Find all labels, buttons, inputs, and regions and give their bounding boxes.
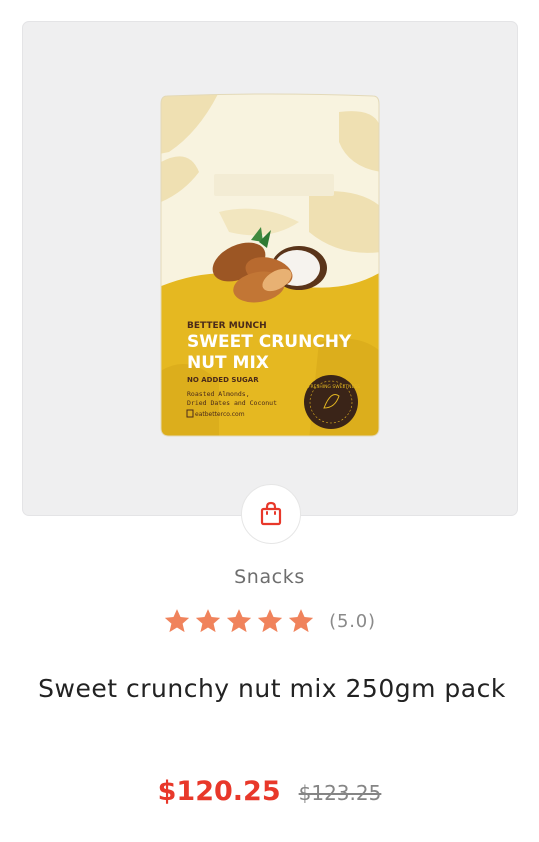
original-price: $123.25 xyxy=(298,781,382,805)
rating-value: (5.0) xyxy=(329,610,376,632)
product-category[interactable]: Snacks xyxy=(0,566,539,588)
product-image[interactable]: BETTER MUNCH SWEET CRUNCHY NUT MIX NO AD… xyxy=(159,92,381,440)
star-icon xyxy=(227,609,252,633)
pouch-claim-text: NO ADDED SUGAR xyxy=(187,376,259,384)
star-icon xyxy=(289,609,314,633)
shopping-bag-icon xyxy=(260,501,282,526)
pouch-badge-text: REFRESHING SWEETNESS xyxy=(302,384,360,390)
pouch-name-line2: NUT MIX xyxy=(187,353,269,373)
star-icon xyxy=(258,609,283,633)
add-to-cart-button[interactable] xyxy=(241,484,301,544)
star-icon xyxy=(165,609,190,633)
rating-stars xyxy=(163,607,315,635)
star-icon xyxy=(196,609,221,633)
sale-price: $120.25 xyxy=(157,776,281,807)
pouch-name-line1: SWEET CRUNCHY xyxy=(187,332,352,352)
pouch-ingredients-line1: Roasted Almonds, xyxy=(187,390,250,398)
product-rating: (5.0) xyxy=(0,607,539,635)
product-title[interactable]: Sweet crunchy nut mix 250gm pack xyxy=(30,668,514,710)
pouch-ingredients-line2: Dried Dates and Coconut xyxy=(187,399,277,407)
product-price: $120.25 $123.25 xyxy=(0,776,539,807)
pouch-brand-text: BETTER MUNCH xyxy=(187,321,267,331)
pouch-website-text: eatbetterco.com xyxy=(195,411,245,418)
